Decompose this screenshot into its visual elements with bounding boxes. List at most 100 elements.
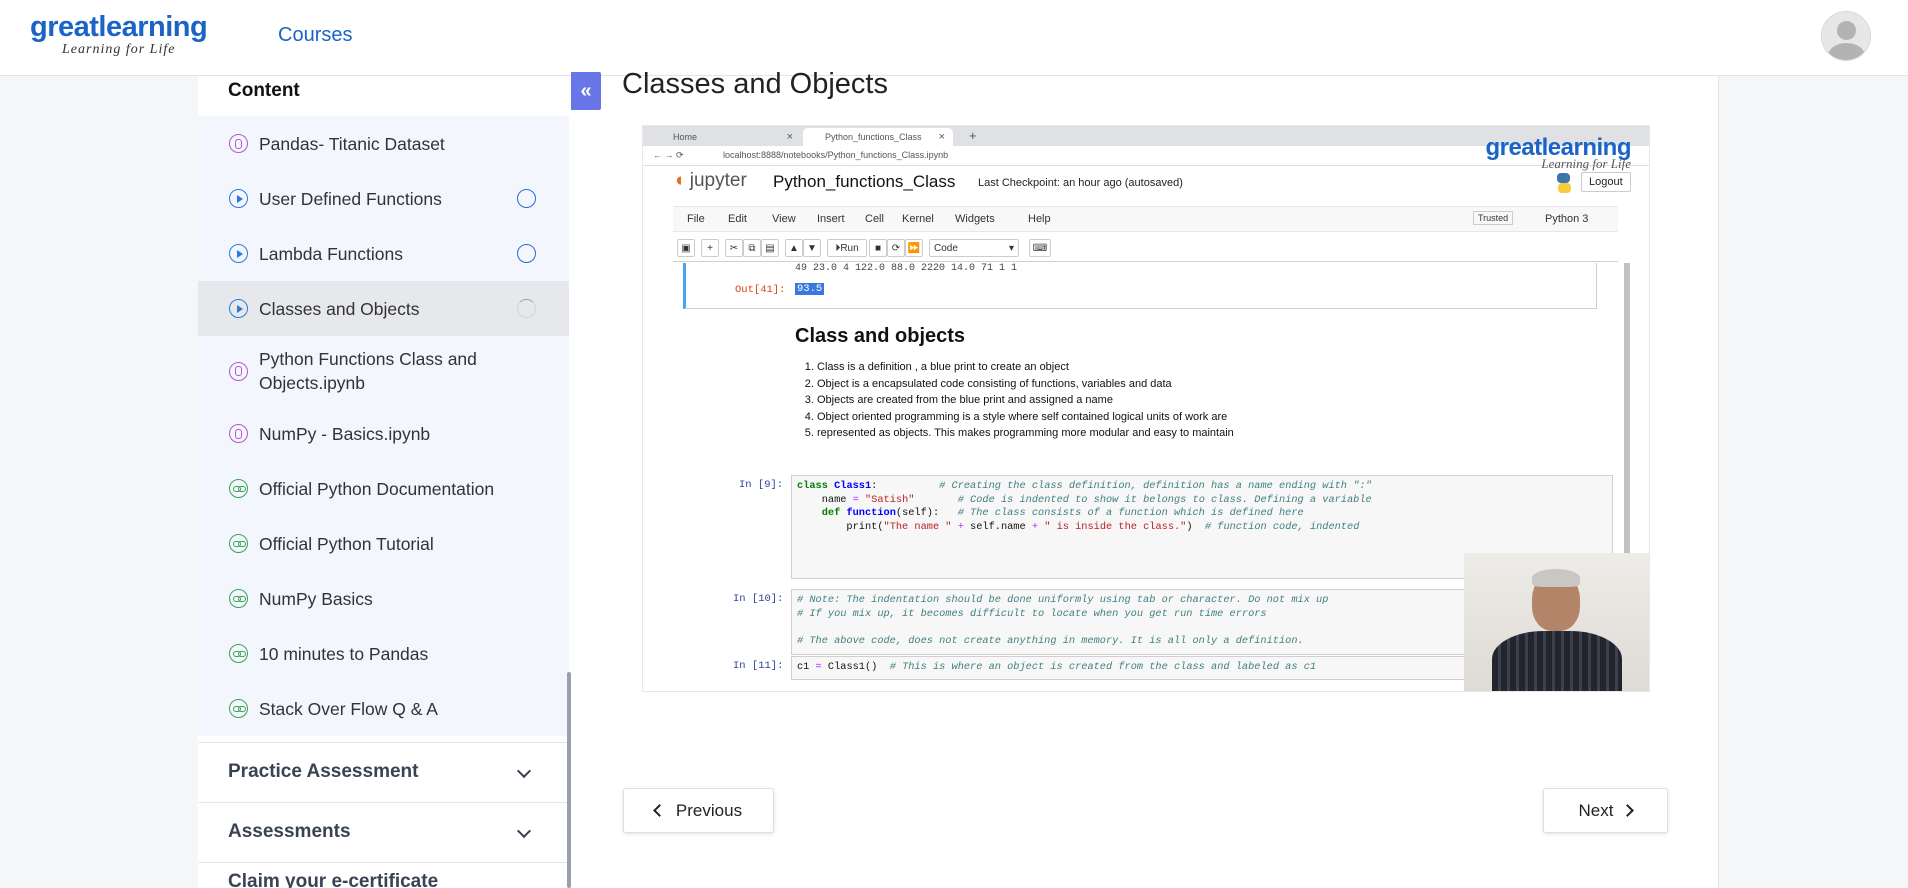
jp-trusted: Trusted bbox=[1473, 211, 1514, 225]
jp-menu-insert: Insert bbox=[817, 213, 845, 225]
jp-menu-file: File bbox=[687, 213, 705, 225]
logo-text-learning: learning bbox=[98, 11, 208, 43]
paste-icon: ▤ bbox=[761, 239, 779, 257]
sidebar-heading: Content bbox=[228, 80, 300, 101]
section-label: Practice Assessment bbox=[228, 761, 419, 782]
link-icon bbox=[229, 534, 248, 553]
logo-text-great: great bbox=[30, 11, 99, 43]
jp-menu-widgets: Widgets bbox=[955, 213, 995, 225]
next-button[interactable]: Next bbox=[1543, 788, 1668, 833]
avatar-head-icon bbox=[1837, 21, 1856, 40]
presenter-hair bbox=[1532, 569, 1580, 587]
cell-type-select: Code ▾ bbox=[929, 239, 1019, 257]
section-label: Claim your e-certificate bbox=[228, 871, 439, 888]
restart-icon: ⟳ bbox=[887, 239, 905, 257]
sidebar-item-label: 10 minutes to Pandas bbox=[259, 643, 429, 664]
chevron-down-icon bbox=[516, 763, 532, 779]
jupyter-logout: Logout bbox=[1581, 172, 1631, 192]
arrow-up-icon: ▲ bbox=[785, 239, 803, 257]
play-icon bbox=[229, 189, 248, 208]
jupyter-logo-text: jupyter bbox=[689, 170, 747, 191]
progress-circle-icon bbox=[517, 243, 536, 263]
chevron-down-icon bbox=[516, 823, 532, 839]
video-browser-tab: Home × bbox=[651, 128, 801, 146]
courses-link[interactable]: Courses bbox=[278, 24, 352, 47]
sidebar-item-label: NumPy Basics bbox=[259, 588, 373, 609]
cut-icon: ✂ bbox=[725, 239, 743, 257]
logo-tagline: Learning for Life bbox=[62, 42, 176, 57]
sidebar-scrollbar[interactable] bbox=[567, 672, 571, 888]
link-icon bbox=[229, 479, 248, 498]
arrow-down-icon: ▼ bbox=[803, 239, 821, 257]
avatar[interactable] bbox=[1821, 11, 1871, 61]
chevron-left-icon bbox=[653, 804, 666, 817]
presenter-webcam bbox=[1464, 553, 1649, 691]
out-value: 93.5 bbox=[795, 283, 825, 295]
sidebar-item-label: Python Functions Class and Objects.ipynb bbox=[259, 349, 477, 393]
new-tab-icon: + bbox=[969, 128, 977, 143]
sidebar-item-numpy-basics[interactable]: NumPy Basics bbox=[198, 571, 569, 626]
video-player[interactable]: Home × Python_functions_Class × + ← → ⟳ lo… bbox=[642, 125, 1650, 692]
markdown-list-item: Objects are created from the blue print … bbox=[817, 392, 1234, 409]
link-icon bbox=[229, 644, 248, 663]
markdown-list-item: Class is a definition , a blue print to … bbox=[817, 359, 1234, 376]
plus-icon: + bbox=[701, 239, 719, 257]
attachment-icon bbox=[229, 134, 248, 153]
sidebar-item-user-defined-functions[interactable]: User Defined Functions bbox=[198, 171, 569, 226]
section-e-certificate[interactable]: Claim your e-certificate bbox=[198, 862, 569, 888]
collapse-sidebar-button[interactable]: « bbox=[571, 72, 601, 110]
video-url: localhost:8888/notebooks/Python_function… bbox=[723, 150, 949, 160]
jp-kernel: Python 3 bbox=[1545, 213, 1589, 225]
sidebar-item-pandas-titanic[interactable]: Pandas- Titanic Dataset bbox=[198, 116, 569, 171]
content-list: Pandas- Titanic Dataset User Defined Fun… bbox=[198, 116, 569, 736]
top-navbar: greatlearning Learning for Life Courses bbox=[0, 0, 1908, 76]
jupyter-logo: ◖ jupyter bbox=[673, 170, 747, 192]
markdown-heading: Class and objects bbox=[795, 325, 966, 347]
dropdown-caret-icon: ▾ bbox=[1008, 242, 1014, 254]
tab-label: Python_functions_Class bbox=[825, 132, 922, 142]
sidebar-item-stackoverflow[interactable]: Stack Over Flow Q & A bbox=[198, 681, 569, 736]
presenter-body bbox=[1492, 631, 1622, 691]
tab-label: Home bbox=[673, 132, 698, 142]
markdown-list-item: Object oriented programming is a style w… bbox=[817, 409, 1234, 426]
sidebar-item-lambda-functions[interactable]: Lambda Functions bbox=[198, 226, 569, 281]
greatlearning-logo[interactable]: greatlearning Learning for Life bbox=[30, 11, 208, 58]
stop-icon: ■ bbox=[869, 239, 887, 257]
sidebar-item-label: User Defined Functions bbox=[259, 188, 442, 209]
sidebar-item-label: Stack Over Flow Q & A bbox=[259, 698, 438, 719]
sidebar-item-label: NumPy - Basics.ipynb bbox=[259, 423, 431, 444]
sidebar-item-classes-and-objects[interactable]: Classes and Objects bbox=[198, 281, 569, 336]
in-prompt: In [10]: bbox=[733, 593, 784, 605]
keyboard-icon: ⌨ bbox=[1029, 239, 1051, 257]
jp-menu-cell: Cell bbox=[865, 213, 884, 225]
nav-arrows-icon: ← → ⟳ bbox=[653, 150, 684, 160]
jp-menu-help: Help bbox=[1028, 213, 1051, 225]
sidebar-item-label: Official Python Documentation bbox=[259, 478, 495, 499]
markdown-list-item: Object is a encapsulated code consisting… bbox=[817, 376, 1234, 393]
page-title: Classes and Objects bbox=[622, 68, 888, 100]
jp-menu-kernel: Kernel bbox=[902, 213, 934, 225]
jp-menu-edit: Edit bbox=[728, 213, 747, 225]
jupyter-toolbar: ▣ + ✂ ⧉ ▤ ▲ ▼ ⏵ Run ■ ⟳ ⏩ Code ▾ ⌨ bbox=[673, 236, 1618, 262]
markdown-list-item: represented as objects. This makes progr… bbox=[817, 425, 1234, 442]
jupyter-header: ◖ jupyter Python_functions_Class Last Ch… bbox=[673, 170, 1631, 198]
section-practice-assessment[interactable]: Practice Assessment bbox=[198, 742, 569, 801]
progress-circle-icon bbox=[517, 188, 536, 208]
link-icon bbox=[229, 699, 248, 718]
section-assessments[interactable]: Assessments bbox=[198, 802, 569, 861]
chevron-right-icon bbox=[1621, 804, 1635, 817]
sidebar-item-python-tutorial[interactable]: Official Python Tutorial bbox=[198, 516, 569, 571]
cell-type-value: Code bbox=[934, 242, 958, 254]
previous-button[interactable]: Previous bbox=[623, 788, 774, 833]
section-label: Assessments bbox=[228, 821, 351, 842]
attachment-icon bbox=[229, 361, 248, 381]
sidebar-item-pandas-10-minutes[interactable]: 10 minutes to Pandas bbox=[198, 626, 569, 681]
python-logo-icon bbox=[1557, 173, 1571, 193]
jp-menu-view: View bbox=[772, 213, 796, 225]
sidebar-item-python-documentation[interactable]: Official Python Documentation bbox=[198, 461, 569, 516]
notebook-scrollbar bbox=[1624, 263, 1630, 553]
sidebar-item-numpy-basics-ipynb[interactable]: NumPy - Basics.ipynb bbox=[198, 406, 569, 461]
out-prompt: Out[41]: bbox=[735, 284, 786, 296]
copy-icon: ⧉ bbox=[743, 239, 761, 257]
sidebar-item-python-functions-ipynb[interactable]: Python Functions Class and Objects.ipynb bbox=[198, 336, 569, 406]
